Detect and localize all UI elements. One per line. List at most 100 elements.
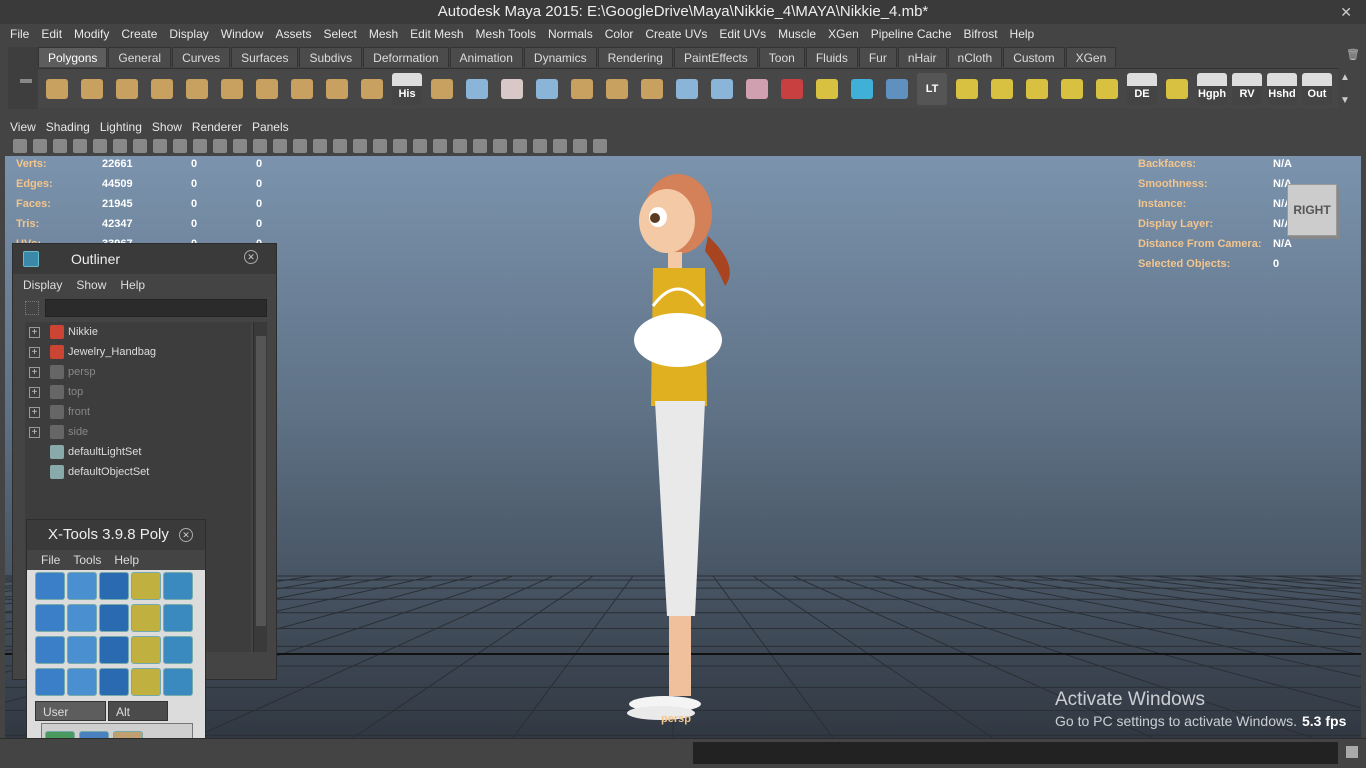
scroll-up-icon[interactable]: ▲ <box>1340 72 1354 83</box>
menu-mesh[interactable]: Mesh <box>363 27 404 41</box>
expand-icon[interactable]: + <box>29 386 40 398</box>
x-tool-3-icon[interactable] <box>99 572 129 600</box>
panel-tool-3-icon[interactable] <box>53 139 67 153</box>
outliner-item-defaultlightset[interactable]: defaultLightSet <box>25 442 251 462</box>
expand-icon[interactable]: + <box>29 426 40 438</box>
offset-edge-loop-icon[interactable] <box>742 73 772 105</box>
panel-tool-15-icon[interactable] <box>293 139 307 153</box>
panel-menu-show[interactable]: Show <box>147 120 187 134</box>
combine-icon[interactable] <box>427 73 457 105</box>
menu-window[interactable]: Window <box>215 27 270 41</box>
panel-tool-22-icon[interactable] <box>433 139 447 153</box>
x-tool-16-icon[interactable] <box>35 668 65 696</box>
outliner-item-top[interactable]: + top <box>25 382 251 402</box>
poly-cone-icon[interactable] <box>147 73 177 105</box>
menu-create-uvs[interactable]: Create UVs <box>639 27 713 41</box>
menu-assets[interactable]: Assets <box>269 27 317 41</box>
close-icon[interactable]: ✕ <box>1340 0 1352 24</box>
menu-normals[interactable]: Normals <box>542 27 599 41</box>
menu-color[interactable]: Color <box>599 27 640 41</box>
expand-icon[interactable]: + <box>29 366 40 378</box>
sculpt-geometry-icon[interactable] <box>777 73 807 105</box>
poly-sphere-icon[interactable] <box>42 73 72 105</box>
menu-edit[interactable]: Edit <box>35 27 68 41</box>
shelf-scroll[interactable]: ▲ ▼ <box>1340 72 1354 106</box>
shelf-tab-dynamics[interactable]: Dynamics <box>523 47 597 67</box>
menu-mesh-tools[interactable]: Mesh Tools <box>470 27 542 41</box>
uv-layout-icon[interactable] <box>1162 73 1192 105</box>
outliner-search-input[interactable] <box>45 299 267 317</box>
x-tool-17-icon[interactable] <box>67 668 97 696</box>
menu-edit-uvs[interactable]: Edit UVs <box>713 27 772 41</box>
x-tool-1-icon[interactable] <box>35 572 65 600</box>
shelf-tab-xgen[interactable]: XGen <box>1065 47 1117 67</box>
uv-editor-icon[interactable] <box>882 73 912 105</box>
shelf-grip-icon[interactable] <box>20 79 32 83</box>
handbag[interactable] <box>634 313 722 367</box>
shelf-tab-surfaces[interactable]: Surfaces <box>231 47 299 67</box>
x-tool-13-icon[interactable] <box>99 636 129 664</box>
panel-tool-26-icon[interactable] <box>513 139 527 153</box>
x-tool-8-icon[interactable] <box>99 604 129 632</box>
shelf-tab-user-shelf[interactable]: User Shelf <box>35 701 106 739</box>
menu-display[interactable]: Display <box>163 27 214 41</box>
menu-create[interactable]: Create <box>115 27 163 41</box>
menu-modify[interactable]: Modify <box>68 27 115 41</box>
panel-tool-19-icon[interactable] <box>373 139 387 153</box>
panel-tool-8-icon[interactable] <box>153 139 167 153</box>
xtools-menu-help[interactable]: Help <box>114 553 139 567</box>
shelf-tab-ncloth[interactable]: nCloth <box>947 47 1003 67</box>
x-tool-18-icon[interactable] <box>99 668 129 696</box>
menu-xgen[interactable]: XGen <box>822 27 865 41</box>
outliner-item-front[interactable]: + front <box>25 402 251 422</box>
shelf-tab-general[interactable]: General <box>108 47 172 67</box>
x-tool-4-icon[interactable] <box>131 572 161 600</box>
shelf-tab-animation[interactable]: Animation <box>449 47 523 67</box>
uv-automatic-icon[interactable] <box>1057 73 1087 105</box>
x-tool-15-icon[interactable] <box>163 636 193 664</box>
outliner-scrollbar[interactable] <box>253 322 267 652</box>
panel-tool-28-icon[interactable] <box>553 139 567 153</box>
render-view-icon[interactable]: RV <box>1232 72 1262 105</box>
shelf-tab-painteffects[interactable]: PaintEffects <box>673 47 758 67</box>
menu-help[interactable]: Help <box>1004 27 1041 41</box>
scroll-down-icon[interactable]: ▼ <box>1340 95 1354 106</box>
character-model[interactable] <box>627 174 730 720</box>
panel-tool-18-icon[interactable] <box>353 139 367 153</box>
panel-tool-25-icon[interactable] <box>493 139 507 153</box>
panel-tool-30-icon[interactable] <box>593 139 607 153</box>
script-editor-icon[interactable] <box>1346 746 1358 758</box>
panel-tool-16-icon[interactable] <box>313 139 327 153</box>
shelf-tab-toon[interactable]: Toon <box>758 47 805 67</box>
panel-tool-29-icon[interactable] <box>573 139 587 153</box>
outliner-item-defaultobjectset[interactable]: defaultObjectSet <box>25 462 251 482</box>
outliner-menu-help[interactable]: Help <box>120 278 145 292</box>
xtools-menu-tools[interactable]: Tools <box>73 553 101 567</box>
x-tool-14-icon[interactable] <box>131 636 161 664</box>
bridge-icon[interactable] <box>602 73 632 105</box>
menu-bifrost[interactable]: Bifrost <box>958 27 1004 41</box>
poly-plane-icon[interactable] <box>182 73 212 105</box>
uv-camera-icon[interactable] <box>1092 73 1122 105</box>
shelf-tab-curves[interactable]: Curves <box>172 47 231 67</box>
shelf-tab-subdivs[interactable]: Subdivs <box>299 47 363 67</box>
trash-icon[interactable]: 🗑 <box>1346 48 1360 61</box>
outliner-close-icon[interactable]: ✕ <box>244 250 258 264</box>
outliner-item-persp[interactable]: + persp <box>25 362 251 382</box>
poly-cylinder-icon[interactable] <box>112 73 142 105</box>
poly-cube-icon[interactable] <box>77 73 107 105</box>
xtools-close-icon[interactable]: ✕ <box>179 528 193 542</box>
x-tool-6-icon[interactable] <box>35 604 65 632</box>
shelf-tab-alt-shelf[interactable]: Alt Shelf <box>107 701 168 739</box>
panel-tool-17-icon[interactable] <box>333 139 347 153</box>
panel-tool-12-icon[interactable] <box>233 139 247 153</box>
panel-tool-6-icon[interactable] <box>113 139 127 153</box>
poly-pipe-icon[interactable] <box>287 73 317 105</box>
append-polygon-icon[interactable] <box>637 73 667 105</box>
uv-planar-icon[interactable] <box>952 73 982 105</box>
menu-pipeline-cache[interactable]: Pipeline Cache <box>865 27 958 41</box>
view-cube[interactable]: RIGHT <box>1287 184 1337 236</box>
menu-select[interactable]: Select <box>317 27 362 41</box>
panel-tool-4-icon[interactable] <box>73 139 87 153</box>
trash-icon[interactable]: 🗑 <box>170 701 199 721</box>
